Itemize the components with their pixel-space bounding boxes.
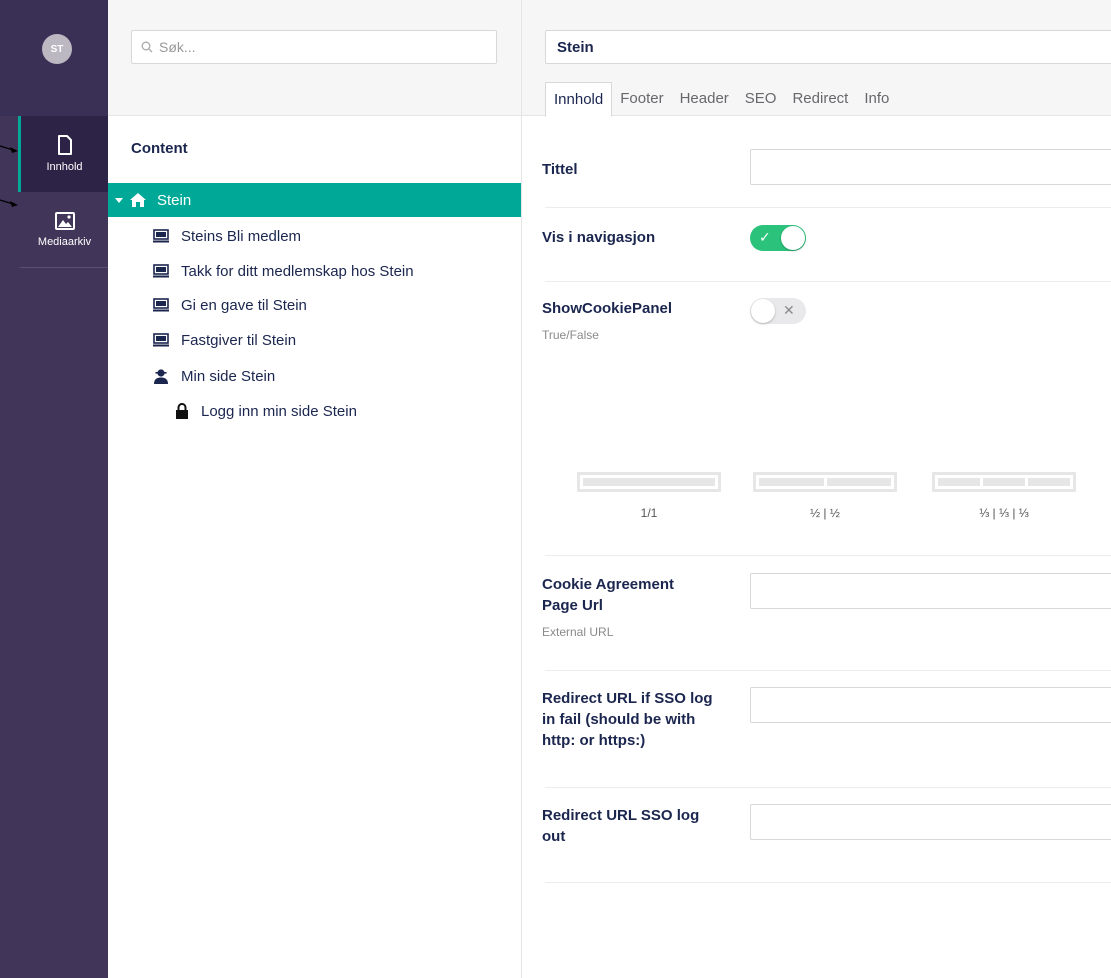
cookie-agreement-input[interactable]: [750, 573, 1111, 609]
layout-caption: ⅓ | ⅓ | ⅓: [979, 506, 1029, 520]
arrow-pointer-icon: [0, 199, 18, 207]
monitor-icon: [153, 333, 169, 347]
show-cookie-panel-label: ShowCookiePanel: [542, 300, 673, 317]
tree-section-title: Content: [131, 140, 188, 157]
vis-i-navigasjon-label: Vis i navigasjon: [542, 229, 656, 246]
row-divider: [545, 555, 1111, 556]
search-input[interactable]: [153, 38, 481, 56]
layout-option-3-col[interactable]: ⅓ | ⅓ | ⅓: [932, 472, 1076, 520]
row-divider: [545, 670, 1111, 671]
layout-caption: ½ | ½: [810, 506, 840, 520]
vis-i-navigasjon-toggle[interactable]: ✓: [750, 225, 806, 251]
tab-info[interactable]: Info: [856, 82, 897, 116]
tab-redirect[interactable]: Redirect: [784, 82, 856, 116]
row-divider: [545, 787, 1111, 788]
section-innhold-label: Innhold: [46, 161, 83, 173]
tree-node-child[interactable]: Fastgiver til Stein: [153, 325, 296, 355]
document-icon: [57, 135, 72, 155]
tittel-input[interactable]: [750, 149, 1111, 185]
tree-node-label: Logg inn min side Stein: [201, 402, 357, 420]
redirect-sso-fail-input[interactable]: [750, 687, 1111, 723]
layout-option-2-col[interactable]: ½ | ½: [753, 472, 897, 520]
tree-node-child[interactable]: Gi en gave til Stein: [153, 290, 307, 320]
show-cookie-panel-toggle[interactable]: ✕: [750, 298, 806, 324]
tree-node-child[interactable]: Steins Bli medlem: [153, 221, 301, 251]
editor-tabs: Innhold Footer Header SEO Redirect Info: [545, 82, 897, 117]
layout-preview: [932, 472, 1076, 492]
editor-header: Innhold Footer Header SEO Redirect Info: [522, 0, 1111, 117]
app-sidebar: ST Innhold Mediaarkiv: [0, 0, 108, 978]
tree-node-label: Steins Bli medlem: [181, 227, 302, 245]
sidebar-header: ST: [0, 0, 108, 116]
editor-panel: Innhold Footer Header SEO Redirect Info …: [522, 0, 1111, 978]
arrow-pointer-icon: [0, 145, 18, 153]
search-box[interactable]: [131, 30, 497, 64]
content-name-box[interactable]: [545, 30, 1111, 64]
redirect-sso-logout-input[interactable]: [750, 804, 1111, 840]
row-divider: [545, 281, 1111, 282]
search-icon: [141, 41, 153, 53]
layout-caption: 1/1: [640, 506, 658, 520]
layout-preview: [753, 472, 897, 492]
expand-caret-icon[interactable]: [115, 197, 123, 203]
tab-header[interactable]: Header: [672, 82, 737, 116]
tittel-label: Tittel: [542, 161, 578, 178]
tree-header: [108, 0, 521, 116]
avatar[interactable]: ST: [42, 34, 72, 64]
row-divider: [545, 882, 1111, 883]
section-innhold[interactable]: Innhold: [18, 116, 108, 192]
cross-icon: ✕: [783, 302, 795, 318]
check-icon: ✓: [759, 229, 771, 245]
tree-node-grandchild[interactable]: Logg inn min side Stein: [175, 396, 357, 426]
toggle-knob: [751, 299, 775, 323]
tree-node-label: Takk for ditt medlemskap hos Stein: [181, 262, 414, 280]
content-tree-panel: Content Stein Steins Bli medlem Takk for…: [108, 0, 522, 978]
user-icon: [154, 369, 168, 384]
content-name-input[interactable]: [555, 37, 1111, 57]
tree-node-stein[interactable]: Stein: [108, 183, 521, 217]
layout-preview: [577, 472, 721, 492]
lock-icon: [176, 403, 188, 419]
row-divider: [545, 207, 1111, 208]
redirect-sso-fail-label: Redirect URL if SSO log in fail (should …: [542, 690, 713, 749]
tab-seo[interactable]: SEO: [737, 82, 785, 116]
tab-footer[interactable]: Footer: [612, 82, 671, 116]
tree-node-label: Min side Stein: [181, 367, 276, 385]
image-icon: [54, 211, 75, 230]
layout-option-1-col[interactable]: 1/1: [577, 472, 721, 520]
cookie-agreement-description: External URL: [542, 625, 614, 639]
tree-node-label: Fastgiver til Stein: [181, 331, 297, 349]
tree-node-child[interactable]: Takk for ditt medlemskap hos Stein: [153, 256, 414, 286]
monitor-icon: [153, 229, 169, 243]
section-mediaarkiv-label: Mediaarkiv: [37, 235, 92, 248]
tree-node-label: Stein: [157, 191, 192, 209]
home-icon: [130, 193, 146, 207]
cookie-agreement-label: Cookie Agreement Page Url: [542, 576, 674, 614]
redirect-sso-logout-label: Redirect URL SSO log out: [542, 807, 700, 845]
tree-node-label: Gi en gave til Stein: [181, 296, 307, 314]
tree-node-child[interactable]: Min side Stein: [153, 361, 275, 391]
show-cookie-panel-description: True/False: [542, 328, 599, 342]
tab-innhold[interactable]: Innhold: [545, 82, 613, 117]
monitor-icon: [153, 298, 169, 312]
toggle-knob: [781, 226, 805, 250]
section-mediaarkiv[interactable]: Mediaarkiv: [18, 192, 108, 268]
monitor-icon: [153, 264, 169, 278]
